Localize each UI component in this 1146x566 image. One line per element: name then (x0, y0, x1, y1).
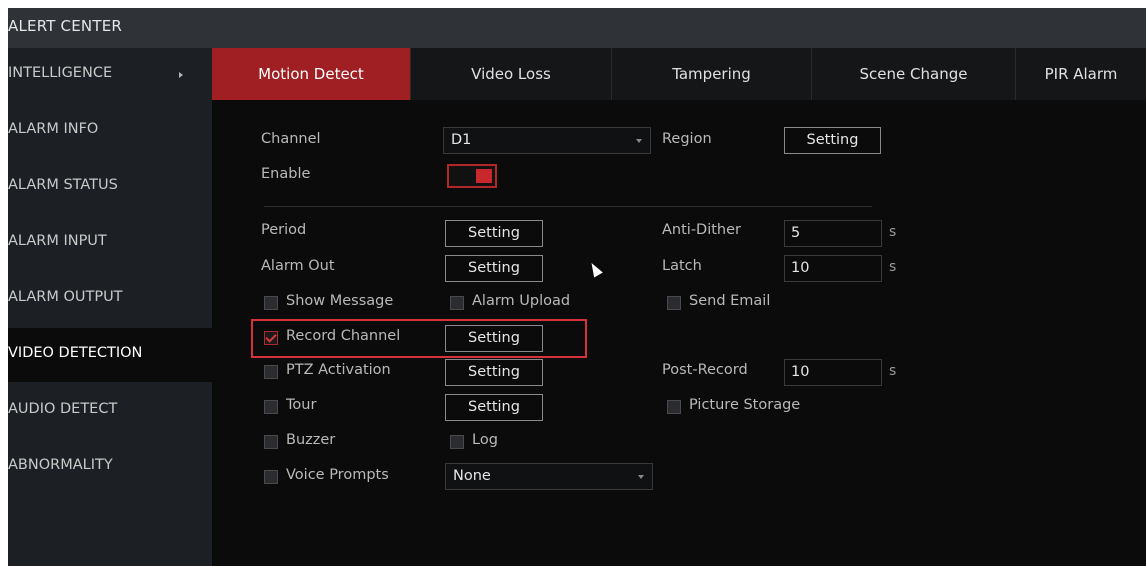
log-checkbox[interactable] (450, 435, 464, 449)
anti-dither-unit: s (889, 224, 897, 240)
alarm-upload-label: Alarm Upload (472, 293, 571, 309)
period-label: Period (261, 222, 307, 238)
voice-prompts-select[interactable]: None (445, 463, 653, 490)
sidebar-item-alarm-status[interactable]: ALARM STATUS (8, 160, 212, 214)
sidebar-item-alarm-output[interactable]: ALARM OUTPUT (8, 272, 212, 326)
period-setting-button[interactable]: Setting (445, 220, 543, 247)
tab-motion-detect[interactable]: Motion Detect (212, 48, 411, 100)
motion-detect-panel: Channel D1 Region Setting Enable Period … (212, 100, 1146, 566)
divider (264, 206, 872, 207)
anti-dither-input[interactable]: 5 (784, 220, 882, 247)
enable-label: Enable (261, 166, 311, 182)
mouse-cursor-icon (587, 260, 603, 278)
show-message-checkbox[interactable] (264, 296, 278, 310)
latch-input[interactable]: 10 (784, 255, 882, 282)
title-bar: ALERT CENTER (8, 8, 1146, 48)
tab-video-loss[interactable]: Video Loss (411, 48, 612, 100)
alarm-upload-checkbox[interactable] (450, 296, 464, 310)
post-record-label: Post-Record (662, 362, 748, 378)
toggle-knob (476, 169, 492, 183)
sidebar-item-label: ALARM OUTPUT (8, 289, 123, 305)
tab-scene-change[interactable]: Scene Change (812, 48, 1016, 100)
region-setting-button[interactable]: Setting (784, 127, 881, 154)
log-label: Log (472, 432, 498, 448)
sidebar-item-alarm-info[interactable]: ALARM INFO (8, 104, 212, 158)
ptz-activation-label: PTZ Activation (286, 362, 391, 378)
chevron-down-icon (638, 475, 644, 479)
channel-label: Channel (261, 131, 321, 147)
sidebar-item-intelligence[interactable]: INTELLIGENCE (8, 48, 212, 102)
anti-dither-label: Anti-Dither (662, 222, 742, 238)
latch-label: Latch (662, 258, 702, 274)
latch-unit: s (889, 259, 897, 275)
sidebar-item-video-detection[interactable]: VIDEO DETECTION (8, 328, 212, 382)
tab-pir-alarm[interactable]: PIR Alarm (1016, 48, 1146, 100)
record-channel-label: Record Channel (286, 328, 401, 344)
post-record-unit: s (889, 363, 897, 379)
alert-center-window: ALERT CENTER INTELLIGENCE ALARM INFO ALA… (8, 8, 1146, 566)
chevron-down-icon (636, 139, 642, 143)
voice-prompts-checkbox[interactable] (264, 470, 278, 484)
voice-prompts-value: None (453, 468, 491, 484)
sidebar-item-label: ABNORMALITY (8, 457, 113, 473)
record-channel-setting-button[interactable]: Setting (445, 325, 543, 352)
window-title: ALERT CENTER (8, 17, 122, 35)
region-label: Region (662, 131, 712, 147)
post-record-input[interactable]: 10 (784, 359, 882, 386)
sidebar-item-audio-detect[interactable]: AUDIO DETECT (8, 384, 212, 438)
alarm-out-label: Alarm Out (261, 258, 335, 274)
enable-toggle[interactable] (447, 164, 497, 188)
record-channel-checkbox[interactable] (264, 331, 278, 345)
picture-storage-label: Picture Storage (689, 397, 801, 413)
sidebar-item-abnormality[interactable]: ABNORMALITY (8, 440, 212, 494)
ptz-activation-checkbox[interactable] (264, 365, 278, 379)
show-message-label: Show Message (286, 293, 394, 309)
sidebar-item-alarm-input[interactable]: ALARM INPUT (8, 216, 212, 270)
tab-tampering[interactable]: Tampering (612, 48, 812, 100)
sidebar-item-label: VIDEO DETECTION (8, 345, 143, 361)
buzzer-label: Buzzer (286, 432, 336, 448)
tour-label: Tour (286, 397, 317, 413)
sidebar: INTELLIGENCE ALARM INFO ALARM STATUS ALA… (8, 48, 212, 566)
tour-setting-button[interactable]: Setting (445, 394, 543, 421)
sidebar-item-label: INTELLIGENCE (8, 65, 113, 81)
buzzer-checkbox[interactable] (264, 435, 278, 449)
channel-select[interactable]: D1 (443, 127, 651, 154)
alarm-out-setting-button[interactable]: Setting (445, 255, 543, 282)
ptz-activation-setting-button[interactable]: Setting (445, 359, 543, 386)
voice-prompts-label: Voice Prompts (286, 467, 389, 483)
channel-value: D1 (451, 132, 472, 148)
sidebar-item-label: ALARM INPUT (8, 233, 107, 249)
tour-checkbox[interactable] (264, 400, 278, 414)
send-email-checkbox[interactable] (667, 296, 681, 310)
send-email-label: Send Email (689, 293, 771, 309)
picture-storage-checkbox[interactable] (667, 400, 681, 414)
chevron-right-icon (179, 72, 183, 78)
sidebar-item-label: AUDIO DETECT (8, 401, 118, 417)
sidebar-item-label: ALARM STATUS (8, 177, 118, 193)
sidebar-item-label: ALARM INFO (8, 121, 99, 137)
detection-tabs: Motion Detect Video Loss Tampering Scene… (212, 48, 1146, 100)
